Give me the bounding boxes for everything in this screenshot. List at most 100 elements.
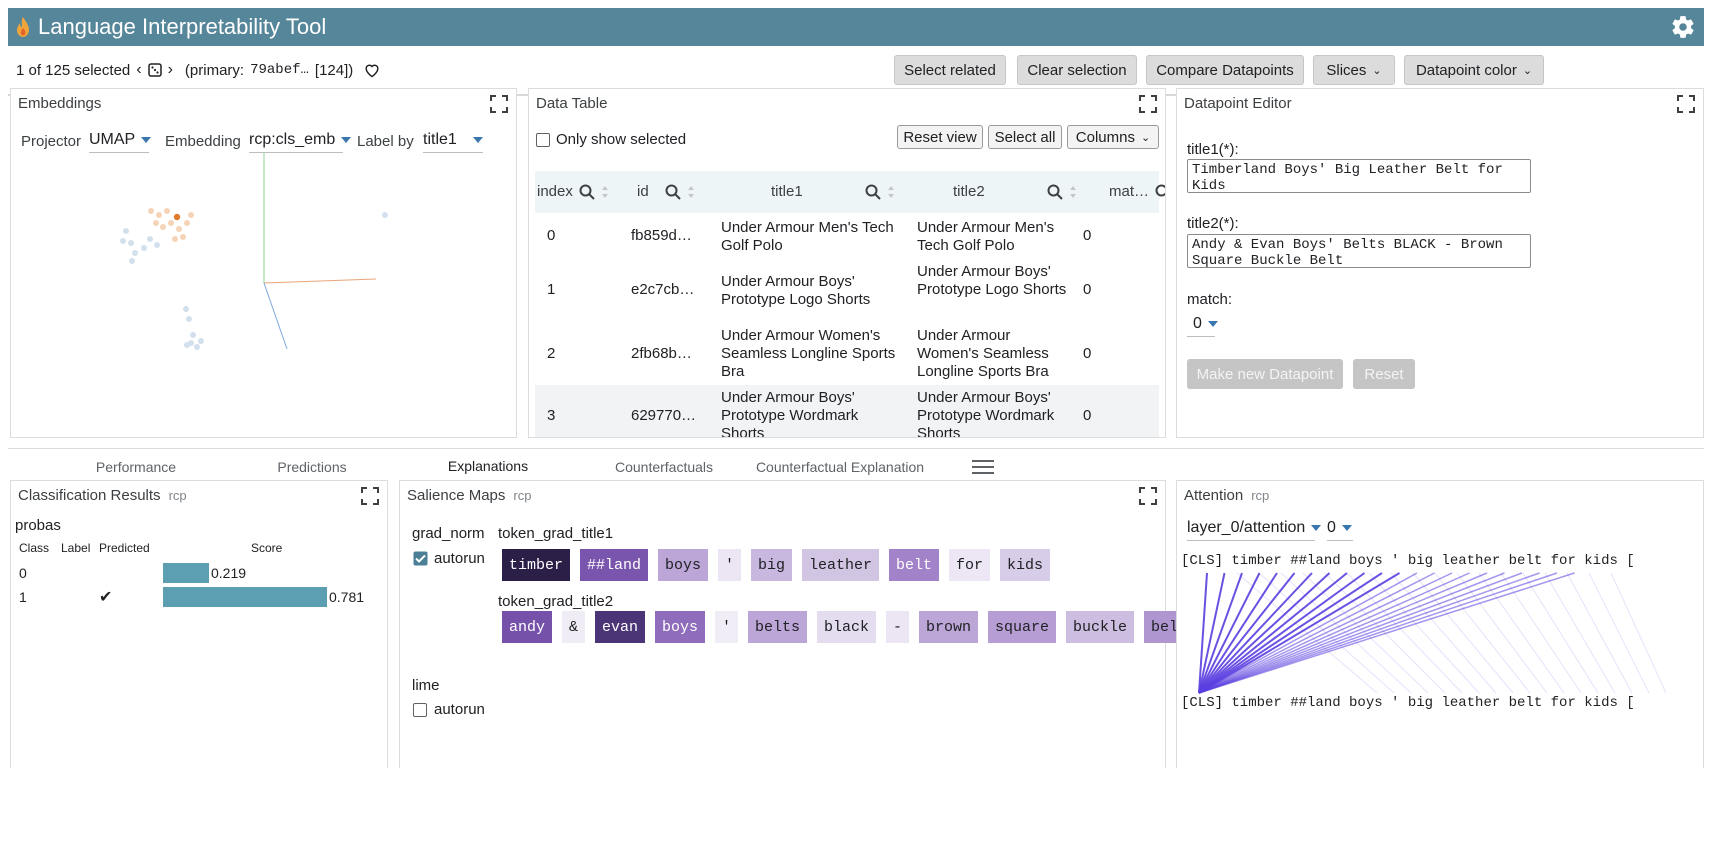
next-chevron-icon[interactable]: › (168, 61, 173, 79)
field-name: probas (15, 517, 61, 534)
labelby-value: title1 (423, 130, 457, 148)
attention-line-faint (1302, 572, 1429, 694)
projector-select[interactable]: UMAP (89, 127, 152, 153)
salience-token[interactable]: ' (715, 611, 738, 643)
chevron-down-icon: ⌄ (1140, 131, 1151, 144)
column-header-id[interactable]: id (637, 183, 695, 200)
embedding-select[interactable]: rcp:cls_emb (249, 127, 352, 153)
sort-arrows-icon[interactable] (1069, 185, 1077, 199)
select-all-button[interactable]: Select all (988, 125, 1062, 149)
salience-token[interactable]: belts (748, 611, 807, 643)
salience-token[interactable]: square (988, 611, 1056, 643)
slices-label: Slices (1326, 61, 1367, 79)
column-header-index[interactable]: index (537, 183, 609, 200)
column-header-title1[interactable]: title1 (771, 183, 895, 200)
match-select[interactable]: 0 (1187, 311, 1218, 337)
salience-token[interactable]: big (751, 549, 792, 581)
table-row[interactable]: 2 2fb68b… Under Armour Women's Seamless … (535, 321, 1159, 385)
header-class: Class (19, 541, 50, 555)
autorun-checkbox-checked[interactable] (413, 551, 428, 566)
cell-index: 2 (547, 345, 556, 362)
table-header: index id title1 title2 mat… (535, 171, 1165, 213)
salience-token[interactable]: evan (595, 611, 645, 643)
salience-token[interactable]: kids (1000, 549, 1050, 581)
sort-arrows-icon[interactable] (601, 185, 609, 199)
settings-gear-icon[interactable] (1670, 14, 1696, 40)
column-header-label: title2 (953, 183, 985, 200)
only-selected-label: Only show selected (556, 131, 687, 148)
cell-title1: Under Armour Women's Seamless Longline S… (721, 327, 896, 380)
cell-id: 629770… (631, 407, 697, 424)
projector-value: UMAP (89, 130, 136, 148)
columns-button[interactable]: Columns ⌄ (1067, 125, 1159, 149)
salience-token[interactable]: boys (658, 549, 708, 581)
expand-icon[interactable] (1677, 95, 1695, 113)
head-select[interactable]: 0 (1327, 515, 1353, 541)
z-axis-line (263, 282, 288, 350)
menu-icon[interactable] (972, 459, 994, 475)
only-selected-checkbox[interactable] (536, 133, 550, 147)
labelby-select[interactable]: title1 (423, 127, 483, 153)
slices-button[interactable]: Slices ⌄ (1313, 55, 1395, 85)
table-row-selected[interactable]: 3 629770… Under Armour Boys' Prototype W… (535, 385, 1159, 437)
search-icon[interactable] (865, 184, 881, 200)
lime-autorun-checkbox[interactable] (413, 703, 427, 717)
select-related-button[interactable]: Select related (894, 55, 1006, 85)
cell-index: 1 (547, 281, 556, 298)
score-bar (163, 563, 209, 583)
search-icon[interactable] (579, 184, 595, 200)
reset-button[interactable]: Reset (1353, 359, 1415, 389)
header-predicted: Predicted (99, 541, 150, 555)
selected-point[interactable] (173, 213, 181, 221)
column-header-label: id (637, 183, 649, 200)
embedding-scatter-plot[interactable] (11, 153, 516, 437)
salience-token[interactable]: for (949, 549, 990, 581)
search-icon[interactable] (665, 184, 681, 200)
layer-select[interactable]: layer_0/attention (1187, 515, 1322, 541)
compare-datapoints-button[interactable]: Compare Datapoints (1146, 55, 1304, 85)
salience-token[interactable]: - (886, 611, 909, 643)
salience-token[interactable]: brown (919, 611, 978, 643)
salience-token[interactable]: ##land (580, 549, 648, 581)
salience-token[interactable]: leather (802, 549, 879, 581)
column-header-match[interactable]: mat… (1109, 183, 1166, 200)
cell-id: e2c7cb… (631, 281, 695, 298)
dropdown-arrow-icon (1341, 524, 1352, 531)
sort-arrows-icon[interactable] (887, 185, 895, 199)
data-table-panel: Data Table Only show selected Reset view… (528, 88, 1166, 438)
expand-icon[interactable] (1139, 95, 1157, 113)
panel-title: Attention rcp (1184, 487, 1269, 504)
random-dice-icon[interactable] (147, 63, 162, 77)
salience-token[interactable]: ' (718, 549, 741, 581)
table-row[interactable]: 0 fb859d… Under Armour Men's Tech Golf P… (535, 213, 1159, 259)
attention-lines[interactable] (1177, 569, 1704, 695)
title2-textarea[interactable]: Andy & Evan Boys' Belts BLACK - Brown Sq… (1187, 234, 1531, 269)
salience-token[interactable]: black (817, 611, 876, 643)
prev-chevron-icon[interactable]: ‹ (136, 61, 141, 79)
salience-token[interactable]: buckle (1066, 611, 1134, 643)
dropdown-arrow-icon (1311, 524, 1322, 531)
attention-line-faint (1500, 572, 1582, 694)
expand-icon[interactable] (490, 95, 508, 113)
search-icon[interactable] (1155, 184, 1166, 200)
table-row[interactable]: 1 e2c7cb… Under Armour Boys' Prototype L… (535, 259, 1159, 321)
search-icon[interactable] (1047, 184, 1063, 200)
reset-view-button[interactable]: Reset view (897, 125, 983, 149)
clear-selection-button[interactable]: Clear selection (1017, 55, 1137, 85)
salience-token[interactable]: belt (889, 549, 939, 581)
title1-textarea[interactable]: Timberland Boys' Big Leather Belt for Ki… (1187, 159, 1531, 194)
salience-token[interactable]: boys (655, 611, 705, 643)
projector-label: Projector (21, 133, 82, 150)
column-header-title2[interactable]: title2 (953, 183, 1077, 200)
salience-token[interactable]: timber (502, 549, 570, 581)
expand-icon[interactable] (361, 487, 379, 505)
sort-arrows-icon[interactable] (687, 185, 695, 199)
make-new-datapoint-button[interactable]: Make new Datapoint (1187, 359, 1343, 389)
datapoint-color-button[interactable]: Datapoint color ⌄ (1404, 55, 1544, 85)
match-label: match: (1187, 291, 1233, 308)
expand-icon[interactable] (1139, 487, 1157, 505)
salience-token[interactable]: andy (502, 611, 552, 643)
heart-icon[interactable] (363, 62, 381, 78)
method-lime: lime (412, 677, 440, 694)
salience-token[interactable]: & (562, 611, 585, 643)
